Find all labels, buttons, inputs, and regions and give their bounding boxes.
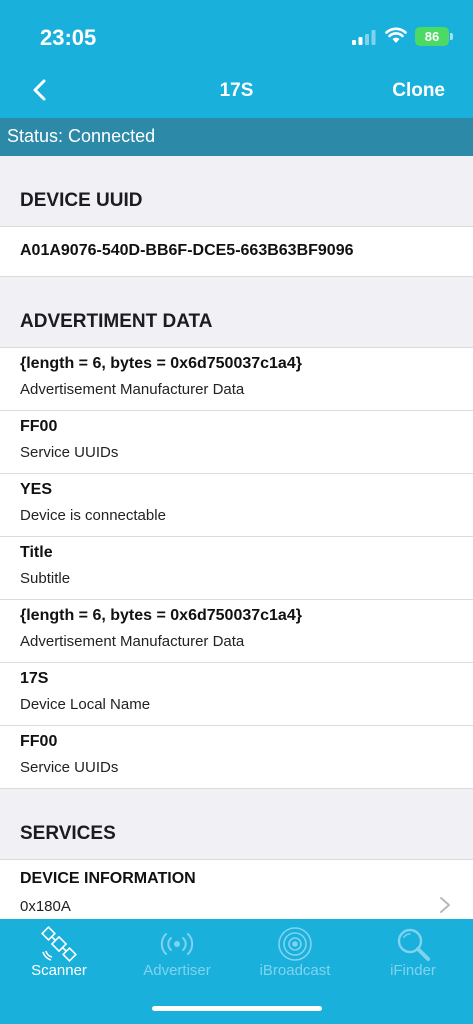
connection-status: Status: Connected [0, 118, 473, 156]
services-header: SERVICES [0, 789, 473, 859]
adv-item: FF00 Service UUIDs [0, 411, 473, 474]
device-detail-list[interactable]: DEVICE UUID A01A9076-540D-BB6F-DCE5-663B… [0, 156, 473, 919]
service-row-device-information[interactable]: DEVICE INFORMATION 0x180A [0, 859, 473, 919]
battery-indicator: 86 [415, 27, 449, 46]
adv-item-label: Service UUIDs [20, 759, 119, 776]
adv-item: FF00 Service UUIDs [0, 726, 473, 789]
adv-item-label: Device is connectable [20, 507, 166, 524]
battery-level: 86 [424, 29, 440, 44]
adv-item-label: Advertisement Manufacturer Data [20, 381, 245, 398]
adv-item-value: 17S [20, 670, 49, 687]
cellular-signal-icon [352, 30, 376, 45]
tab-label: iBroadcast [259, 962, 331, 979]
tab-advertiser[interactable]: Advertiser [118, 919, 236, 989]
satellite-icon [41, 926, 77, 962]
tab-ibroadcast[interactable]: iBroadcast [236, 919, 354, 989]
clone-button[interactable]: Clone [392, 80, 445, 102]
adv-item-label: Advertisement Manufacturer Data [20, 633, 245, 650]
tab-label: iFinder [390, 962, 436, 979]
adv-item-value: YES [20, 481, 53, 498]
adv-item: YES Device is connectable [0, 474, 473, 537]
device-uuid-header-label: DEVICE UUID [20, 190, 143, 211]
adv-item: 17S Device Local Name [0, 663, 473, 726]
radar-icon [278, 927, 312, 961]
adv-item: {length = 6, bytes = 0x6d750037c1a4} Adv… [0, 600, 473, 663]
adv-item-value: Title [20, 544, 53, 561]
services-header-label: SERVICES [20, 823, 116, 844]
wifi-icon [385, 27, 407, 43]
advertisement-header: ADVERTIMENT DATA [0, 277, 473, 347]
magnifier-icon [397, 928, 430, 961]
tab-ifinder[interactable]: iFinder [354, 919, 472, 989]
device-uuid-value: A01A9076-540D-BB6F-DCE5-663B63BF9096 [0, 226, 473, 277]
tab-label: Scanner [31, 962, 87, 979]
device-uuid-header: DEVICE UUID [0, 156, 473, 226]
adv-item-label: Subtitle [20, 570, 71, 587]
broadcast-icon [160, 933, 194, 955]
service-uuid: 0x180A [20, 898, 71, 915]
adv-item-value: {length = 6, bytes = 0x6d750037c1a4} [20, 355, 302, 372]
tab-scanner[interactable]: Scanner [0, 919, 118, 989]
service-name: DEVICE INFORMATION [20, 870, 196, 887]
nav-bar: 17S Clone [0, 66, 473, 118]
adv-item-value: FF00 [20, 418, 58, 435]
clock-time: 23:05 [40, 25, 97, 50]
adv-item: Title Subtitle [0, 537, 473, 600]
status-bar: 23:05 86 [0, 0, 473, 66]
advertisement-header-label: ADVERTIMENT DATA [20, 311, 213, 332]
tab-label: Advertiser [143, 962, 211, 979]
home-indicator[interactable] [152, 1006, 322, 1011]
adv-item-label: Service UUIDs [20, 444, 119, 461]
adv-item: {length = 6, bytes = 0x6d750037c1a4} Adv… [0, 348, 473, 411]
battery-cap [450, 33, 453, 40]
adv-item-value: FF00 [20, 733, 58, 750]
chevron-right-icon [440, 897, 450, 913]
adv-item-value: {length = 6, bytes = 0x6d750037c1a4} [20, 607, 302, 624]
adv-item-label: Device Local Name [20, 696, 151, 713]
